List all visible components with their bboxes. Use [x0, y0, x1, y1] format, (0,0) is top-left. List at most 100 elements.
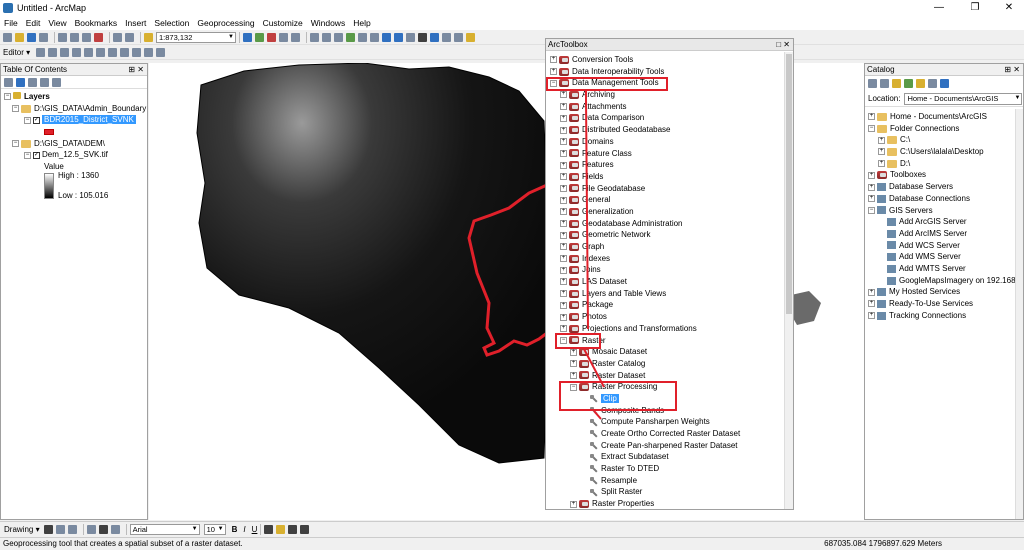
- list-by-selection-icon[interactable]: [40, 77, 49, 87]
- list-by-source-icon[interactable]: [16, 77, 25, 87]
- edit-tool-icon[interactable]: [36, 47, 46, 57]
- new-icon[interactable]: [3, 32, 12, 42]
- measure-icon[interactable]: [454, 32, 463, 42]
- menu-customize[interactable]: Customize: [263, 18, 303, 28]
- location-combo[interactable]: Home - Documents\ArcGIS ▼: [904, 92, 1023, 105]
- close-button[interactable]: ✕: [994, 0, 1024, 16]
- expand-icon[interactable]: +: [878, 160, 885, 168]
- editor-menu[interactable]: Editor ▾: [3, 48, 30, 57]
- expand-icon[interactable]: +: [868, 195, 875, 203]
- home-icon[interactable]: [904, 79, 913, 88]
- tree-item-d[interactable]: + D:\: [868, 158, 1023, 170]
- identify-icon[interactable]: [430, 32, 439, 42]
- fixed-zoom-out-icon[interactable]: [370, 32, 379, 42]
- full-extent-icon[interactable]: [346, 32, 355, 42]
- tree-item-folder-connections[interactable]: − Folder Connections: [868, 123, 1023, 135]
- tree-item-toolboxes[interactable]: + Toolboxes: [868, 169, 1023, 181]
- italic-button[interactable]: I: [243, 525, 245, 534]
- map-scale-combo[interactable]: 1:873,132 ▼: [156, 31, 236, 43]
- catalog-scrollbar[interactable]: [1015, 109, 1023, 519]
- menu-bookmarks[interactable]: Bookmarks: [75, 18, 118, 28]
- menu-edit[interactable]: Edit: [26, 18, 41, 28]
- dem-color-ramp[interactable]: [44, 172, 54, 199]
- list-by-visibility-icon[interactable]: [28, 77, 37, 87]
- toc-group-dem[interactable]: − D:\GIS_DATA\DEM\: [4, 138, 144, 150]
- model-builder-icon[interactable]: [291, 32, 300, 42]
- add-data-icon[interactable]: [144, 32, 153, 42]
- list-by-drawing-order-icon[interactable]: [4, 77, 13, 87]
- fill-color-icon[interactable]: [276, 525, 286, 534]
- font-combo[interactable]: Arial ▼: [129, 524, 200, 535]
- maximize-button[interactable]: ❐: [960, 0, 990, 16]
- marker-color-icon[interactable]: [300, 525, 310, 534]
- tree-item-googlemapsimagery-on-192-168-1[interactable]: GoogleMapsImagery on 192.168.1.: [868, 275, 1023, 287]
- menu-insert[interactable]: Insert: [125, 18, 146, 28]
- underline-button[interactable]: U: [252, 525, 258, 534]
- toc-layer-dem[interactable]: − ✓ Dem_12.5_SVK.tif: [4, 149, 144, 161]
- select-elements-icon[interactable]: [43, 525, 53, 534]
- tree-item-c-users-lalala-desktop[interactable]: + C:\Users\lalala\Desktop: [868, 146, 1023, 158]
- split-icon[interactable]: [108, 47, 118, 57]
- cut-polygon-icon[interactable]: [96, 47, 106, 57]
- edit-vertices-icon[interactable]: [110, 525, 120, 534]
- font-color-icon[interactable]: [264, 525, 274, 534]
- arctoolbox-icon[interactable]: [267, 32, 276, 42]
- tree-item-add-wms-server[interactable]: Add WMS Server: [868, 251, 1023, 263]
- zoom-out-icon[interactable]: [322, 32, 331, 42]
- hyperlink-icon[interactable]: [466, 32, 475, 42]
- tree-item-add-arcims-server[interactable]: Add ArcIMS Server: [868, 228, 1023, 240]
- attributes-icon[interactable]: [132, 47, 142, 57]
- tree-item-home-documents-arcgis[interactable]: + Home - Documents\ArcGIS: [868, 111, 1023, 123]
- python-icon[interactable]: [279, 32, 288, 42]
- layer-visibility-checkbox[interactable]: ✓: [33, 116, 40, 124]
- text-icon[interactable]: [98, 525, 108, 534]
- expand-icon[interactable]: +: [868, 312, 875, 320]
- sketch-properties-icon[interactable]: [144, 47, 154, 57]
- menu-help[interactable]: Help: [353, 18, 370, 28]
- tree-item-add-arcgis-server[interactable]: Add ArcGIS Server: [868, 216, 1023, 228]
- cut-icon[interactable]: [58, 32, 67, 42]
- rectangle-icon[interactable]: [86, 525, 96, 534]
- tree-item-gis-servers[interactable]: − GIS Servers: [868, 205, 1023, 217]
- redo-icon[interactable]: [125, 32, 134, 42]
- tree-item-c[interactable]: + C:\: [868, 134, 1023, 146]
- collapse-icon[interactable]: −: [868, 125, 875, 133]
- toc-layers-row[interactable]: − Layers: [4, 91, 144, 103]
- font-size-combo[interactable]: 10 ▼: [203, 524, 226, 535]
- tree-item-database-connections[interactable]: + Database Connections: [868, 193, 1023, 205]
- forward-extent-icon[interactable]: [394, 32, 403, 42]
- expand-icon[interactable]: +: [868, 171, 875, 179]
- expand-icon[interactable]: +: [868, 300, 875, 308]
- toc-window-icon[interactable]: [255, 32, 264, 42]
- expand-icon[interactable]: +: [878, 136, 885, 144]
- tree-item-add-wcs-server[interactable]: Add WCS Server: [868, 240, 1023, 252]
- line-color-icon[interactable]: [288, 525, 298, 534]
- save-icon[interactable]: [27, 32, 36, 42]
- toc-layer-district[interactable]: − ✓ BDR2015_District_SVNK: [4, 114, 144, 126]
- tree-item-tracking-connections[interactable]: + Tracking Connections: [868, 310, 1023, 322]
- bold-button[interactable]: B: [232, 525, 238, 534]
- undo-icon[interactable]: [113, 32, 122, 42]
- open-icon[interactable]: [15, 32, 24, 42]
- rotate-icon[interactable]: [120, 47, 130, 57]
- menu-geoprocessing[interactable]: Geoprocessing: [197, 18, 254, 28]
- catalog-options-icon[interactable]: [940, 79, 949, 88]
- rotate-icon[interactable]: [55, 525, 65, 534]
- tree-item-database-servers[interactable]: + Database Servers: [868, 181, 1023, 193]
- menu-selection[interactable]: Selection: [154, 18, 189, 28]
- toc-pin-close-icon[interactable]: ⊞ ✕: [128, 64, 144, 76]
- expand-icon[interactable]: +: [868, 183, 875, 191]
- toc-group-admin[interactable]: − D:\GIS_DATA\Admin_Boundary: [4, 103, 146, 115]
- collapse-icon[interactable]: −: [868, 206, 875, 214]
- expand-icon[interactable]: +: [868, 113, 875, 121]
- zoom-to-selected-icon[interactable]: [67, 525, 77, 534]
- fixed-zoom-in-icon[interactable]: [358, 32, 367, 42]
- connect-folder-icon[interactable]: [916, 79, 925, 88]
- layer-visibility-checkbox[interactable]: ✓: [33, 151, 40, 159]
- drawing-menu[interactable]: Drawing ▾: [4, 525, 40, 534]
- zoom-in-icon[interactable]: [310, 32, 319, 42]
- up-one-level-icon[interactable]: [892, 79, 901, 88]
- menu-view[interactable]: View: [48, 18, 66, 28]
- copy-icon[interactable]: [70, 32, 79, 42]
- select-elements-icon[interactable]: [418, 32, 427, 42]
